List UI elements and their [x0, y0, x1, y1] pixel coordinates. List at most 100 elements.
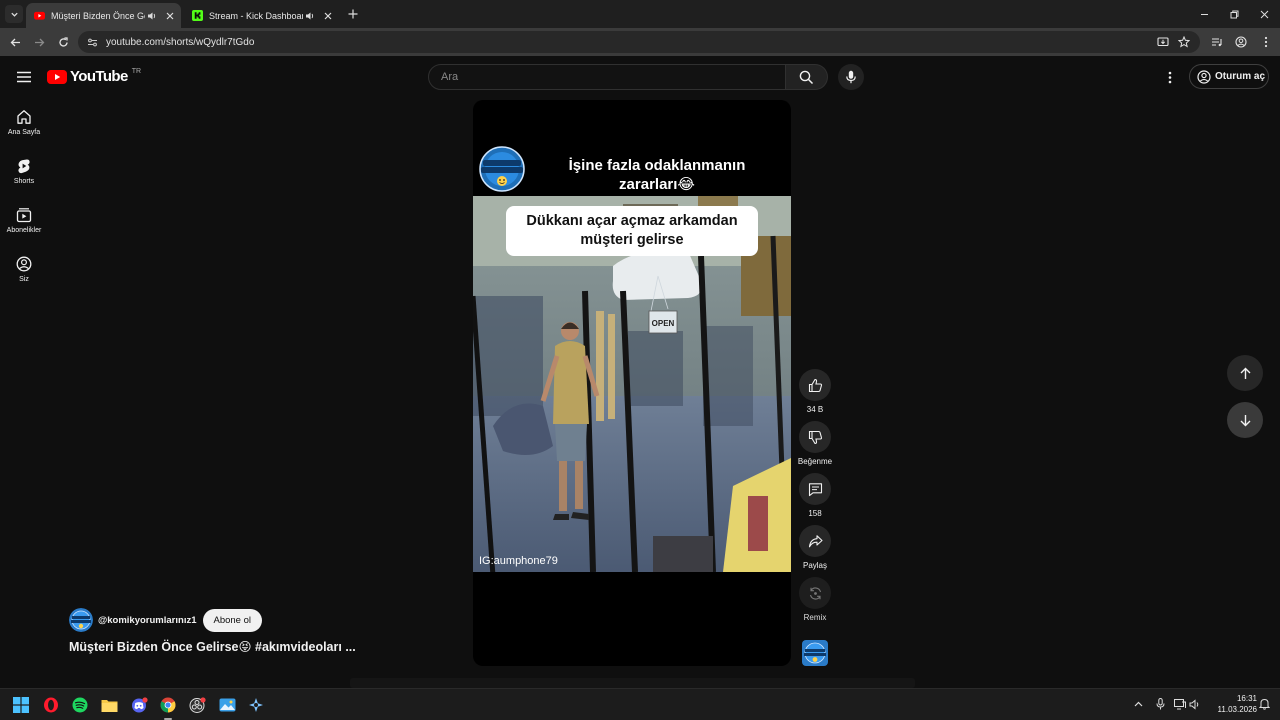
video-title[interactable]: Müşteri Bizden Önce Gelirse😝 #akımvideol… — [69, 639, 356, 654]
browser-tab-bar: Müşteri Bizden Önce Gelirse Stream - Kic… — [0, 0, 1280, 28]
share-label: Paylaş — [802, 561, 827, 570]
reload-button[interactable] — [55, 34, 71, 50]
tab-kick[interactable]: Stream - Kick Dashboard — [184, 3, 339, 28]
arrow-down-icon — [1240, 414, 1250, 426]
tab-title: Müşteri Bizden Önce Gelirse — [51, 10, 145, 21]
taskbar-file-explorer[interactable] — [98, 694, 120, 716]
new-tab-button[interactable] — [345, 6, 361, 22]
remix-button[interactable]: Remix — [798, 577, 832, 622]
taskbar-discord[interactable] — [128, 694, 150, 716]
caption-line2: müşteri gelirse — [580, 232, 684, 248]
voice-search-button[interactable] — [838, 64, 864, 90]
install-app-icon[interactable] — [1155, 34, 1171, 50]
thumbs-down-icon — [808, 430, 822, 444]
restore-button[interactable] — [1226, 6, 1242, 22]
tab-search-button[interactable] — [5, 5, 23, 23]
remix-icon — [809, 586, 821, 600]
chevron-up-icon — [1134, 701, 1142, 706]
more-vertical-icon — [1168, 71, 1172, 83]
signin-label: Oturum aç — [1215, 71, 1266, 82]
sound-source-thumbnail[interactable] — [802, 640, 828, 666]
subscribe-button[interactable]: Abone ol — [202, 608, 263, 632]
spotify-icon — [72, 697, 88, 713]
dislike-circle[interactable] — [799, 421, 831, 453]
search-icon — [799, 70, 814, 84]
open-sign-text: OPEN — [652, 319, 675, 328]
search-button[interactable] — [786, 64, 828, 90]
taskbar-chrome[interactable] — [157, 694, 179, 720]
tray-microphone[interactable] — [1153, 697, 1167, 711]
address-bar[interactable]: youtube.com/shorts/wQydlr7tGdo — [78, 31, 1200, 53]
close-tab-icon[interactable] — [321, 9, 335, 23]
settings-more-button[interactable] — [1162, 68, 1178, 86]
channel-avatar[interactable] — [69, 608, 93, 632]
channel-avatar-icon — [802, 640, 828, 666]
speaker-icon[interactable] — [145, 9, 159, 23]
signin-button[interactable]: Oturum aç — [1189, 64, 1269, 89]
browser-menu-icon[interactable] — [1258, 34, 1274, 50]
tray-volume[interactable] — [1188, 697, 1202, 711]
video-watermark: IG:aumphone79 — [479, 555, 558, 567]
comments-circle[interactable] — [799, 473, 831, 505]
home-icon — [17, 110, 31, 124]
tab-youtube[interactable]: Müşteri Bizden Önce Gelirse — [26, 3, 181, 28]
restore-icon — [1230, 10, 1238, 18]
taskbar-steam[interactable] — [245, 694, 267, 716]
taskbar-spotify[interactable] — [69, 694, 91, 716]
like-button[interactable]: 34 B — [798, 369, 832, 414]
sidebar-item-home[interactable]: Ana Sayfa — [0, 109, 48, 136]
profile-icon[interactable] — [1233, 34, 1249, 50]
site-info-icon[interactable] — [84, 34, 100, 50]
windows-taskbar: 16:31 11.03.2026 — [0, 688, 1280, 720]
taskbar-obs[interactable] — [186, 694, 208, 716]
shorts-video-player[interactable]: İşine fazla odaklanmanın zararları😂 OPEN… — [473, 100, 791, 666]
taskbar-opera[interactable] — [40, 694, 62, 716]
sidebar-item-subscriptions[interactable]: Abonelikler — [0, 207, 48, 234]
back-button[interactable] — [7, 34, 23, 50]
media-controls-icon[interactable] — [1209, 34, 1225, 50]
bottom-panel-edge — [350, 678, 915, 688]
forward-button[interactable] — [31, 34, 47, 50]
tray-notifications[interactable] — [1257, 697, 1271, 711]
network-icon — [1174, 698, 1186, 709]
close-tab-icon[interactable] — [163, 9, 177, 23]
speaker-icon[interactable] — [303, 9, 317, 23]
microphone-icon — [846, 70, 856, 84]
previous-video-button[interactable] — [1227, 355, 1263, 391]
guide-menu-button[interactable] — [14, 68, 34, 86]
like-circle[interactable] — [799, 369, 831, 401]
sidebar-item-shorts[interactable]: Shorts — [0, 158, 48, 185]
overlay-title-line1: İşine fazla odaklanmanın — [568, 157, 746, 174]
video-caption-box: Dükkanı açar açmaz arkamdan müşteri geli… — [506, 206, 758, 256]
hamburger-icon — [17, 71, 31, 83]
dislike-button[interactable]: Beğenme — [798, 421, 832, 466]
comments-button[interactable]: 158 — [798, 473, 832, 518]
chevron-down-icon — [10, 12, 18, 17]
thumbs-up-icon — [808, 378, 822, 392]
share-button[interactable]: Paylaş — [798, 525, 832, 570]
close-window-button[interactable] — [1256, 6, 1272, 22]
opera-icon — [44, 697, 58, 713]
tray-overflow-button[interactable] — [1131, 697, 1145, 711]
youtube-logo[interactable]: YouTube TR — [47, 68, 141, 85]
search-input[interactable] — [441, 71, 761, 83]
windows-logo-icon — [13, 697, 29, 713]
bookmark-star-icon[interactable] — [1176, 34, 1192, 50]
share-circle[interactable] — [799, 525, 831, 557]
obs-icon — [189, 697, 206, 713]
start-button[interactable] — [10, 694, 32, 716]
next-video-button[interactable] — [1227, 402, 1263, 438]
close-icon — [1260, 10, 1268, 18]
microphone-icon — [1156, 698, 1164, 710]
taskbar-photos[interactable] — [216, 694, 238, 716]
taskbar-clock[interactable]: 16:31 11.03.2026 — [1207, 693, 1257, 715]
tray-network[interactable] — [1173, 697, 1187, 711]
channel-handle[interactable]: @komikyorumlarınız1 — [98, 615, 197, 626]
remix-circle[interactable] — [799, 577, 831, 609]
sidebar-item-label: Abonelikler — [6, 227, 42, 234]
minimize-button[interactable] — [1196, 6, 1212, 22]
sidebar-item-label: Shorts — [13, 178, 35, 185]
caption-line1: Dükkanı açar açmaz arkamdan — [526, 213, 738, 229]
sidebar-item-you[interactable]: Siz — [0, 256, 48, 283]
chrome-icon — [160, 697, 176, 713]
